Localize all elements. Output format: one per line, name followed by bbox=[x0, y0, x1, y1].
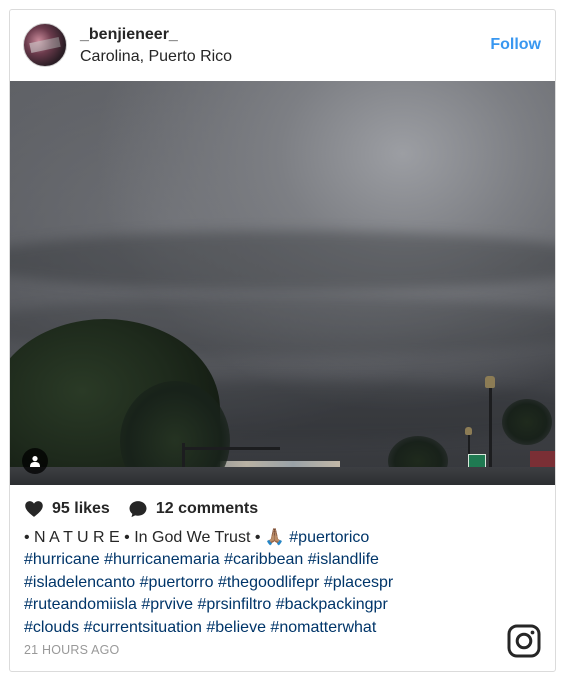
cloud-shadow bbox=[10, 231, 555, 291]
person-icon bbox=[30, 456, 40, 467]
street bbox=[10, 467, 555, 485]
hashtag-link[interactable]: #ruteandomiisla bbox=[24, 596, 137, 613]
post-timestamp[interactable]: 21 HOURS AGO bbox=[24, 643, 120, 657]
post-photo[interactable] bbox=[10, 81, 555, 485]
hashtag-link[interactable]: #prsinfiltro bbox=[197, 596, 271, 613]
heart-icon[interactable] bbox=[24, 499, 44, 519]
post-caption: • N A T U R E • In God We Trust • 🙏🏽 #pu… bbox=[24, 527, 544, 639]
instagram-embed-card: _benjieneer_ Carolina, Puerto Rico Follo… bbox=[9, 9, 556, 672]
hashtag-link[interactable]: #clouds bbox=[24, 619, 79, 636]
hashtag-link[interactable]: #isladelencanto bbox=[24, 574, 135, 591]
hashtag-link[interactable]: #prvive bbox=[141, 596, 193, 613]
caption-line: • N A T U R E • In God We Trust • 🙏🏽 #pu… bbox=[24, 527, 544, 549]
hashtag-link[interactable]: #hurricanemaria bbox=[104, 551, 220, 568]
hashtag-link[interactable]: #thegoodlifepr bbox=[218, 574, 319, 591]
hashtag-link[interactable]: #nomatterwhat bbox=[270, 619, 376, 636]
palm-tree bbox=[502, 399, 552, 445]
hashtag-link[interactable]: #caribbean bbox=[224, 551, 303, 568]
avatar[interactable] bbox=[23, 23, 67, 67]
caption-line: #isladelencanto #puertorro #thegoodlifep… bbox=[24, 572, 544, 594]
instagram-logo-icon[interactable] bbox=[507, 624, 541, 658]
hashtag-link[interactable]: #backpackingpr bbox=[276, 596, 388, 613]
hashtag-link[interactable]: #puertorico bbox=[289, 529, 369, 546]
hashtag-link[interactable]: #placespr bbox=[324, 574, 393, 591]
caption-line: #ruteandomiisla #prvive #prsinfiltro #ba… bbox=[24, 594, 544, 616]
hashtag-link[interactable]: #puertorro bbox=[140, 574, 214, 591]
street-lamp bbox=[485, 376, 495, 388]
user-tag-button[interactable] bbox=[22, 448, 48, 474]
caption-line: #clouds #currentsituation #believe #noma… bbox=[24, 617, 544, 639]
hashtag-link[interactable]: #hurricane bbox=[24, 551, 100, 568]
post-header: _benjieneer_ Carolina, Puerto Rico Follo… bbox=[10, 10, 555, 81]
hashtag-link[interactable]: #believe bbox=[206, 619, 266, 636]
hashtag-link[interactable]: #currentsituation bbox=[84, 619, 202, 636]
caption-text: • N A T U R E • In God We Trust • 🙏🏽 bbox=[24, 529, 290, 546]
comment-count[interactable]: 12 comments bbox=[156, 500, 258, 518]
follow-button[interactable]: Follow bbox=[490, 36, 541, 54]
like-count[interactable]: 95 likes bbox=[52, 500, 110, 518]
caption-line: #hurricane #hurricanemaria #caribbean #i… bbox=[24, 549, 544, 571]
street-lamp bbox=[465, 427, 472, 435]
hashtag-link[interactable]: #islandlife bbox=[308, 551, 379, 568]
location[interactable]: Carolina, Puerto Rico bbox=[80, 48, 232, 66]
post-stats: 95 likes 12 comments bbox=[24, 498, 258, 520]
comment-bubble-icon[interactable] bbox=[128, 499, 148, 519]
username[interactable]: _benjieneer_ bbox=[80, 26, 178, 44]
traffic-light-arm bbox=[185, 447, 280, 450]
